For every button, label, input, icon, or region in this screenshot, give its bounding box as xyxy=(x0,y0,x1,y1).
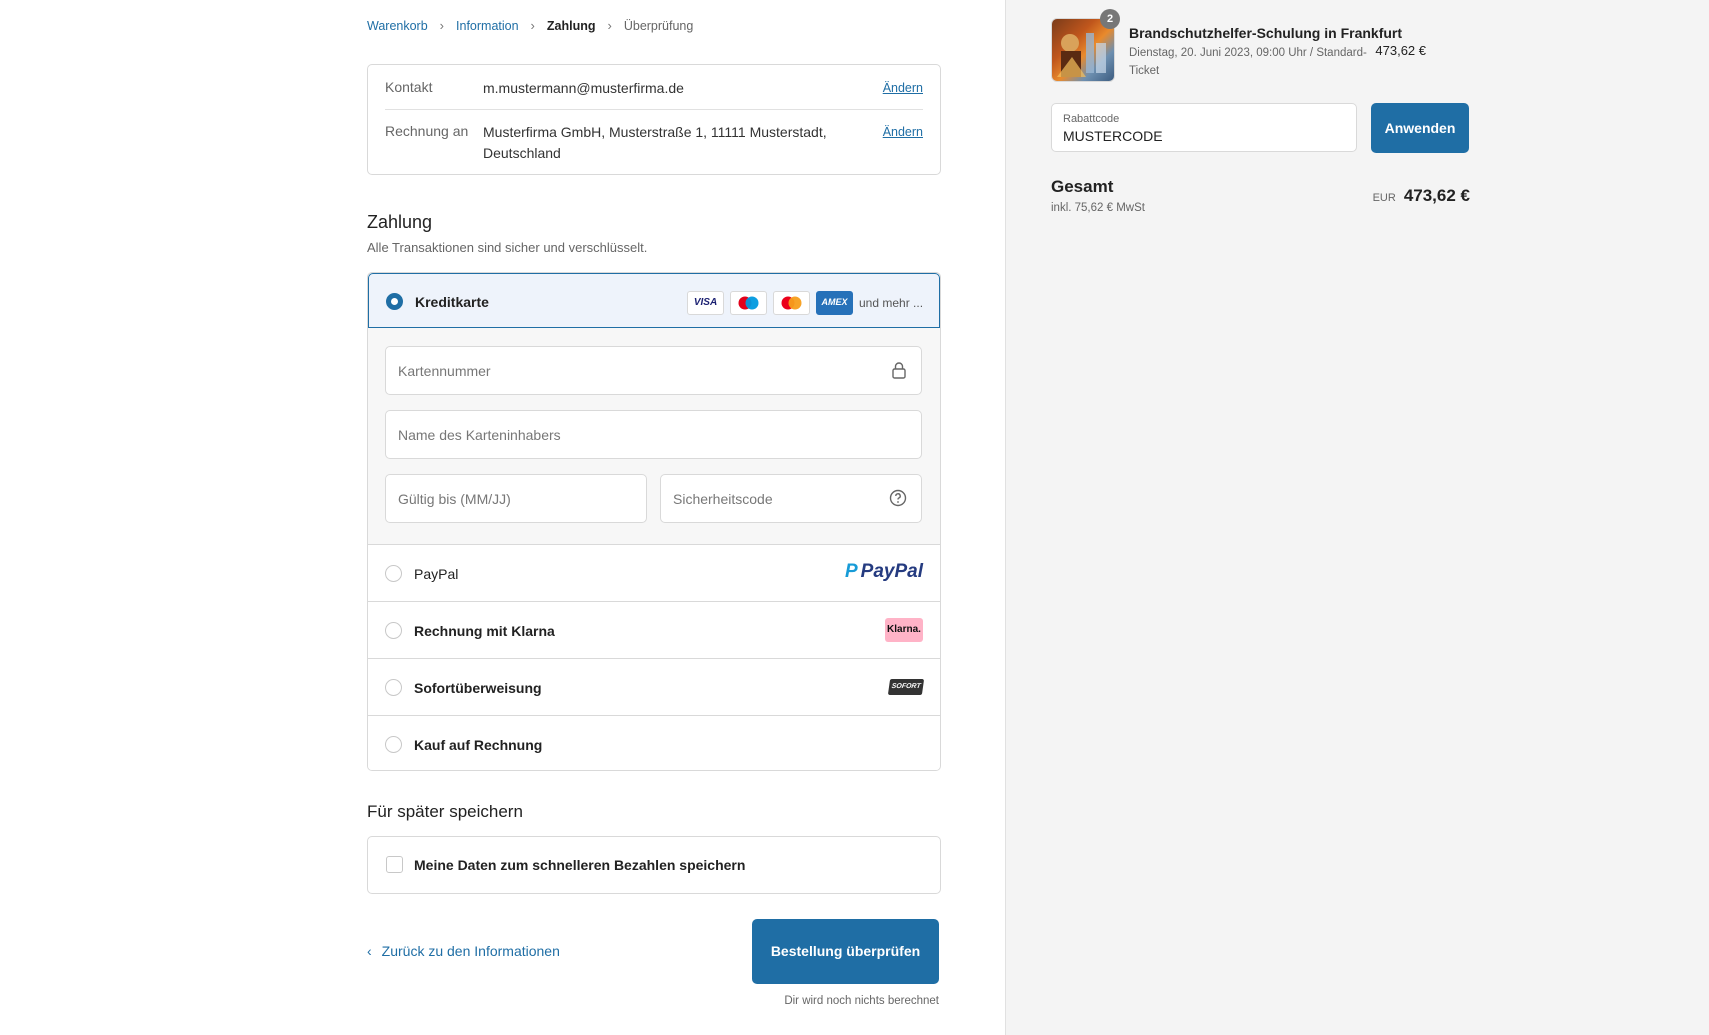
discount-field[interactable]: Rabattcode MUSTERCODE xyxy=(1051,103,1357,152)
quantity-value: 2 xyxy=(1106,13,1114,25)
tax-note: inkl. 75,62 € MwSt xyxy=(1051,202,1145,214)
payment-title: Zahlung xyxy=(367,212,433,232)
save-checkbox[interactable] xyxy=(386,856,403,873)
back-link-label: Zurück zu den Informationen xyxy=(381,943,560,959)
product-price: 473,62 € xyxy=(1375,43,1426,58)
more-cards-label: und mehr ... xyxy=(859,296,924,310)
total-currency: EUR xyxy=(1372,192,1396,204)
breadcrumb-information[interactable]: Information xyxy=(456,19,519,33)
chevron-right-icon: › xyxy=(530,18,535,33)
discount-label: Rabattcode xyxy=(1063,113,1120,125)
klarna-option[interactable]: Rechnung mit Klarna Klarna. xyxy=(368,601,940,659)
product-details: Dienstag, 20. Juni 2023, 09:00 Uhr / Sta… xyxy=(1129,47,1367,77)
contact-label: Kontakt xyxy=(385,79,433,95)
change-contact-link[interactable]: Ändern xyxy=(883,81,923,95)
credit-card-radio[interactable] xyxy=(386,293,403,310)
billing-label: Rechnung an xyxy=(385,123,469,139)
credit-card-label: Kreditkarte xyxy=(415,294,489,310)
payment-methods: Kreditkarte VISA AMEX und mehr ... Karte… xyxy=(367,272,941,771)
save-checkbox-label[interactable]: Meine Daten zum schnelleren Bezahlen spe… xyxy=(414,857,745,873)
product-image xyxy=(1057,33,1106,77)
breadcrumb-payment: Zahlung xyxy=(546,18,596,33)
invoice-radio[interactable] xyxy=(385,736,402,753)
total-value: 473,62 € xyxy=(1403,186,1470,205)
sofort-logo-text: SOFORT xyxy=(891,683,922,690)
visa-icon: VISA xyxy=(687,291,724,315)
no-charge-note: Dir wird noch nichts berechnet xyxy=(784,995,939,1007)
chevron-right-icon: › xyxy=(607,18,612,33)
discount-value: MUSTERCODE xyxy=(1063,128,1163,144)
invoice-label: Kauf auf Rechnung xyxy=(414,737,543,753)
paypal-option[interactable]: PayPal P PayPal xyxy=(368,544,940,602)
product-title: Brandschutzhelfer-Schulung in Frankfurt xyxy=(1129,25,1403,41)
visa-badge-text: VISA xyxy=(693,297,718,308)
review-order-label: Bestellung überprüfen xyxy=(770,943,921,959)
amex-badge-text: AMEX xyxy=(821,297,848,307)
divider xyxy=(385,109,923,110)
total-amount: EUR 473,62 € xyxy=(1373,186,1470,206)
contact-row: Kontakt m.mustermann@musterfirma.de Ände… xyxy=(385,79,923,109)
order-summary: 2 Brandschutzhelfer-Schulung in Frankfur… xyxy=(1005,0,1709,1035)
checkout-main: Warenkorb › Information › Zahlung › Über… xyxy=(0,0,1005,1035)
klarna-logo: Klarna. xyxy=(885,618,923,642)
billing-row: Rechnung an Musterfirma GmbH, Musterstra… xyxy=(385,123,923,167)
breadcrumb-review: Überprüfung xyxy=(623,18,694,33)
paypal-logo: P PayPal xyxy=(845,561,923,583)
breadcrumb-cart[interactable]: Warenkorb xyxy=(367,19,428,33)
paypal-radio[interactable] xyxy=(385,565,402,582)
paypal-label: PayPal xyxy=(414,566,459,582)
klarna-label: Rechnung mit Klarna xyxy=(414,623,555,639)
review-order-button[interactable]: Bestellung überprüfen xyxy=(752,919,939,984)
quantity-badge: 2 xyxy=(1100,9,1120,29)
contact-value: m.mustermann@musterfirma.de xyxy=(483,80,684,96)
maestro-icon xyxy=(730,291,767,315)
paypal-logo-mark: P xyxy=(844,561,858,582)
chevron-left-icon: ‹ xyxy=(367,943,372,959)
help-icon[interactable] xyxy=(889,489,907,507)
security-code-placeholder: Sicherheitscode xyxy=(673,491,773,507)
product-thumbnail: 2 xyxy=(1051,9,1120,82)
klarna-radio[interactable] xyxy=(385,622,402,639)
change-billing-link[interactable]: Ändern xyxy=(883,125,923,139)
back-link[interactable]: ‹ Zurück zu den Informationen xyxy=(367,943,560,959)
billing-value: Musterfirma GmbH, Musterstraße 1, 11111 … xyxy=(483,124,827,161)
card-holder-field[interactable]: Name des Karteninhabers xyxy=(385,410,922,459)
credit-card-form: Kartennummer Name des Karteninhabers Gül… xyxy=(368,328,940,544)
sofort-label: Sofortüberweisung xyxy=(414,680,542,696)
paypal-logo-text: PayPal xyxy=(860,561,923,582)
klarna-logo-text: Klarna. xyxy=(887,624,921,635)
sofort-logo: SOFORT xyxy=(887,679,925,695)
expiry-placeholder: Gültig bis (MM/JJ) xyxy=(398,491,511,507)
save-title: Für später speichern xyxy=(367,802,523,821)
card-holder-placeholder: Name des Karteninhabers xyxy=(398,427,561,443)
sofort-radio[interactable] xyxy=(385,679,402,696)
total-label: Gesamt xyxy=(1051,177,1114,196)
mastercard-icon xyxy=(773,291,810,315)
card-number-field[interactable]: Kartennummer xyxy=(385,346,922,395)
apply-discount-button[interactable]: Anwenden xyxy=(1371,103,1469,153)
card-number-placeholder: Kartennummer xyxy=(398,363,491,379)
security-code-field[interactable]: Sicherheitscode xyxy=(660,474,922,523)
invoice-option[interactable]: Kauf auf Rechnung xyxy=(368,715,940,770)
lock-icon xyxy=(892,362,906,379)
apply-discount-label: Anwenden xyxy=(1384,120,1456,136)
chevron-right-icon: › xyxy=(439,18,445,33)
review-box: Kontakt m.mustermann@musterfirma.de Ände… xyxy=(367,64,941,175)
breadcrumb: Warenkorb › Information › Zahlung › Über… xyxy=(367,18,693,33)
save-box: Meine Daten zum schnelleren Bezahlen spe… xyxy=(367,836,941,894)
sofort-option[interactable]: Sofortüberweisung SOFORT xyxy=(368,658,940,716)
payment-subtitle: Alle Transaktionen sind sicher und versc… xyxy=(367,240,648,255)
expiry-field[interactable]: Gültig bis (MM/JJ) xyxy=(385,474,647,523)
amex-icon: AMEX xyxy=(816,291,853,315)
credit-card-option[interactable]: Kreditkarte VISA AMEX und mehr ... xyxy=(368,273,940,328)
